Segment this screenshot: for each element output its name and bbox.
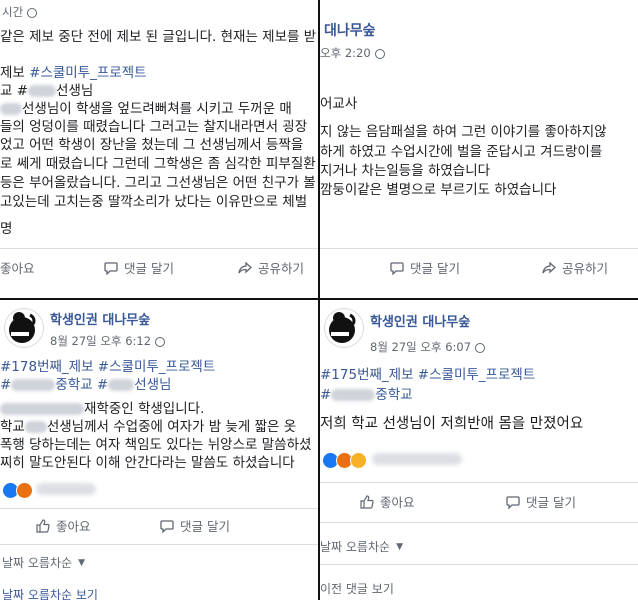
like-button[interactable]: 좋아요 xyxy=(36,516,91,535)
globe-icon xyxy=(27,7,38,18)
caret-down-icon: ▼ xyxy=(396,541,403,552)
comment-icon xyxy=(506,495,520,510)
share-button[interactable]: 공유하기 xyxy=(542,258,608,277)
post-text-line: 어교사 xyxy=(320,96,358,112)
post-hashtags: #178번째_제보 #스쿨미투_프로젝트 xyxy=(0,359,216,375)
post-text-line: 저희 학교 선생님이 저희반애 몸을 만졌어요 xyxy=(320,416,584,432)
divider xyxy=(0,248,318,249)
post-school-line: # 중학교 xyxy=(320,387,413,403)
page-name-link[interactable]: 학생인권 대나무숲 xyxy=(370,314,470,332)
page-name-link[interactable]: 학생인권 대나무숲 xyxy=(50,312,150,330)
caret-down-icon: ▼ xyxy=(78,557,85,568)
post-text-line: 었고 어떤 학생이 장난을 쳤는데 그 선생님께서 등짝을 xyxy=(0,137,304,153)
post-time[interactable]: 8월 27일 오후 6:12 xyxy=(50,332,166,350)
bamboo-logo-icon xyxy=(329,312,356,343)
post-school-line: 교 # 선생님 xyxy=(0,83,94,99)
share-icon xyxy=(542,261,556,274)
redacted-blur xyxy=(28,85,57,97)
post-time[interactable]: 오후 2:20 xyxy=(320,44,385,62)
post-panel-bottom-left: 학생인권 대나무숲 8월 27일 오후 6:12 #178번째_제보 #스쿨미투… xyxy=(0,300,318,600)
divider xyxy=(320,522,638,523)
collage-divider-horizontal xyxy=(0,298,638,300)
comment-sort-dropdown[interactable]: 날짜 오름차순 ▼ xyxy=(2,554,85,571)
thumbs-up-icon xyxy=(360,495,374,509)
divider xyxy=(320,248,638,249)
divider xyxy=(0,544,318,545)
comment-button[interactable]: 댓글 달기 xyxy=(104,258,174,277)
reaction-summary[interactable] xyxy=(2,482,33,499)
comment-button[interactable]: 댓글 달기 xyxy=(506,492,576,511)
more-comments-link[interactable]: 날짜 오름차순 보기 xyxy=(2,586,98,600)
post-time[interactable]: 8월 27일 오후 6:07 xyxy=(370,338,486,356)
globe-icon xyxy=(155,336,166,347)
redacted-blur xyxy=(0,103,22,115)
post-text-line: 지 않는 음담패설을 하여 그런 이야기를 좋아하지않 xyxy=(320,124,607,140)
redacted-blur xyxy=(0,403,84,415)
post-text-line: 로 쎄게 때렸습니다 그런데 그학생은 좀 심각한 피부질환 xyxy=(0,156,316,172)
post-text-line: 고있는데 고치는중 딸깍소리가 났다는 이유만으로 체벌 xyxy=(0,194,308,210)
comment-button[interactable]: 댓글 달기 xyxy=(160,516,230,535)
reaction-summary[interactable] xyxy=(322,452,367,469)
redacted-blur xyxy=(11,379,56,391)
comment-button[interactable]: 댓글 달기 xyxy=(390,258,460,277)
post-hashtags: #175번째_제보 #스쿨미투_프로젝트 xyxy=(320,367,536,383)
post-text-line: 선생님이 학생을 엎드려뻐쳐를 시키고 두꺼운 매 xyxy=(0,100,292,118)
collage-divider-vertical xyxy=(318,0,320,600)
post-hashtags: 제보 #스쿨미투_프로젝트 xyxy=(0,65,147,81)
like-button[interactable]: 좋아요 xyxy=(360,492,415,511)
previous-comments-link[interactable]: 이전 댓글 보기 xyxy=(320,580,394,597)
comment-icon xyxy=(104,261,118,276)
post-text-line: 하게 하였고 수업시간에 벌을 준답시고 겨드랑이를 xyxy=(320,144,603,160)
comment-sort-dropdown[interactable]: 날짜 오름차순 ▼ xyxy=(320,538,403,555)
comment-icon xyxy=(160,519,174,534)
divider xyxy=(0,508,318,509)
post-panel-top-right: 대나무숲 오후 2:20 어교사 지 않는 음담패설을 하여 그런 이야기를 좋… xyxy=(320,0,638,298)
reaction-count-blur xyxy=(36,483,96,495)
post-text-line: 학교 선생님께서 수업중에 여자가 밤 늦게 짧은 옷 xyxy=(0,419,297,435)
divider xyxy=(320,482,638,483)
like-button[interactable]: 좋아요 xyxy=(0,258,35,277)
bamboo-logo-icon xyxy=(9,312,36,343)
post-text-line: 재학중인 학생입니다. xyxy=(0,400,204,418)
reaction-count-blur xyxy=(372,453,462,465)
post-text-line: 지거나 차는일등을 하였습니다 xyxy=(320,163,491,179)
share-button[interactable]: 공유하기 xyxy=(238,258,304,277)
comment-icon xyxy=(390,261,404,276)
page-avatar[interactable] xyxy=(4,308,44,348)
post-text-line: 같은 제보 중단 전에 제보 된 글입니다. 현재는 제보를 받 xyxy=(0,29,317,45)
post-panel-bottom-right: 학생인권 대나무숲 8월 27일 오후 6:07 #175번째_제보 #스쿨미투… xyxy=(320,300,638,600)
page-avatar[interactable] xyxy=(324,308,364,348)
angry-reaction-icon xyxy=(16,482,33,499)
wow-reaction-icon xyxy=(350,452,367,469)
thumbs-up-icon xyxy=(36,519,50,533)
post-text-line: 명 xyxy=(0,221,13,237)
post-text-line: 깜둥이같은 별명으로 부르기도 하였습니다 xyxy=(320,182,557,198)
post-school-line: # 중학교 # 선생님 xyxy=(0,377,172,393)
post-panel-top-left: 시간 같은 제보 중단 전에 제보 된 글입니다. 현재는 제보를 받 제보 #… xyxy=(0,0,318,298)
globe-icon xyxy=(374,48,385,59)
post-text-line: 들의 엉덩이를 때렸습니다 그러고는 찰지내라면서 굉장 xyxy=(0,119,308,135)
share-icon xyxy=(238,261,252,274)
redacted-blur xyxy=(24,421,47,433)
post-text-line: 찌히 말도안된다 이해 안간다라는 말씀도 하셨습니다 xyxy=(0,455,295,471)
post-text-line: 폭행 당하는데는 여자 책임도 있다는 뉘앙스로 말씀하셨 xyxy=(0,437,312,453)
globe-icon xyxy=(475,342,486,353)
page-name-link[interactable]: 대나무숲 xyxy=(324,22,376,40)
post-text-line: 등은 부어올랐습니다. 그리고 그선생님은 어떤 친구가 볼 xyxy=(0,175,316,191)
redacted-blur xyxy=(108,379,135,391)
divider xyxy=(320,564,638,565)
post-time[interactable]: 시간 xyxy=(2,3,38,21)
redacted-blur xyxy=(331,389,376,401)
